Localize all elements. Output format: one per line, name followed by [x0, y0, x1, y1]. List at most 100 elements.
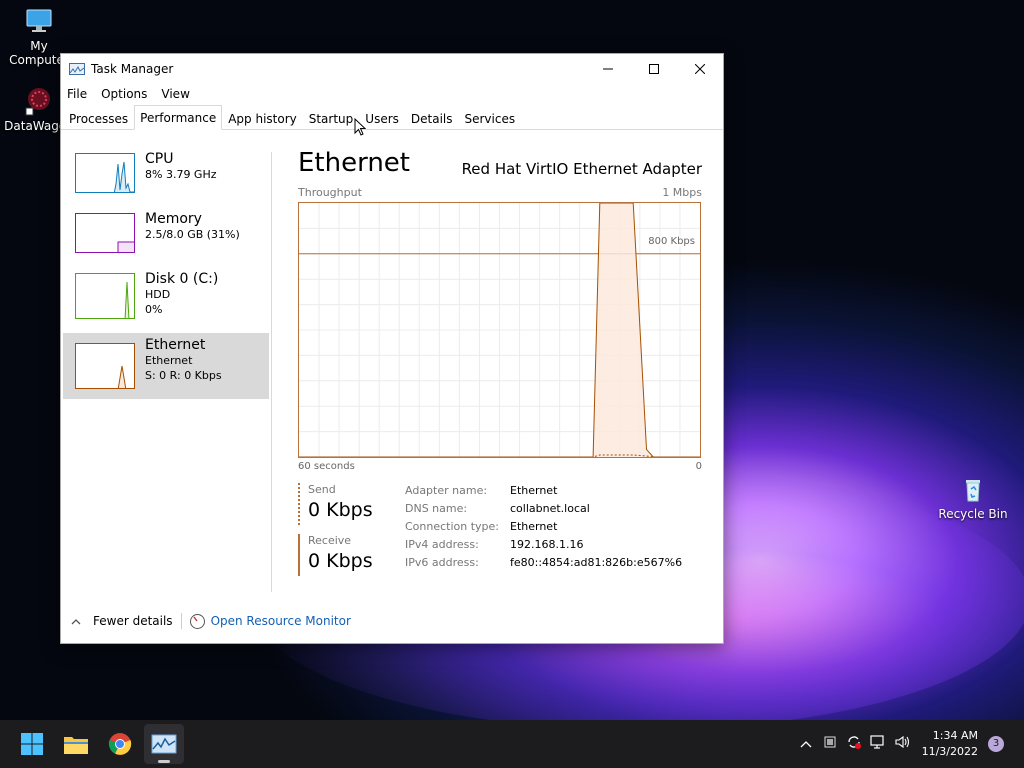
- sync-icon[interactable]: [842, 734, 866, 754]
- task-manager-window: Task Manager File Options View Processes…: [60, 53, 724, 644]
- datawagon-icon: [24, 86, 54, 116]
- throughput-graph: 800 Kbps: [298, 202, 701, 458]
- sidebar-item-disk[interactable]: Disk 0 (C:) HDD 0%: [63, 267, 269, 333]
- tab-app-history[interactable]: App history: [222, 107, 303, 129]
- detail-row: Connection type: Ethernet: [405, 520, 682, 538]
- window-footer: Fewer details Open Resource Monitor: [61, 609, 723, 633]
- send-stat: Send 0 Kbps: [298, 483, 398, 525]
- show-hidden-icons-chevron-icon[interactable]: [794, 737, 818, 752]
- menu-view[interactable]: View: [161, 87, 189, 101]
- receive-label: Receive: [308, 534, 352, 547]
- resource-monitor-icon: [189, 613, 205, 629]
- close-button[interactable]: [677, 54, 723, 84]
- taskbar-file-explorer[interactable]: [56, 724, 96, 764]
- notification-badge[interactable]: 3: [988, 736, 1004, 752]
- chrome-icon: [108, 733, 132, 755]
- detail-row: Adapter name: Ethernet: [405, 484, 682, 502]
- sidebar-item-title: Ethernet: [145, 337, 206, 353]
- ethernet-thumbnail-graph: [75, 343, 135, 389]
- footer-divider: [180, 613, 182, 629]
- sidebar-item-memory[interactable]: Memory 2.5/8.0 GB (31%): [63, 207, 269, 267]
- tab-bar: Processes Performance App history Startu…: [61, 104, 723, 130]
- detail-value: Ethernet: [510, 484, 558, 497]
- maximize-icon: [649, 64, 659, 74]
- detail-key: IPv6 address:: [405, 556, 479, 569]
- tab-processes[interactable]: Processes: [63, 107, 134, 129]
- maximize-button[interactable]: [631, 54, 677, 84]
- title-bar[interactable]: Task Manager: [61, 54, 723, 84]
- detail-key: Adapter name:: [405, 484, 488, 497]
- detail-key: DNS name:: [405, 502, 468, 515]
- detail-key: IPv4 address:: [405, 538, 479, 551]
- network-icon[interactable]: [866, 735, 890, 753]
- detail-row: IPv4 address: 192.168.1.16: [405, 538, 682, 556]
- desktop-icon-label: Recycle Bin: [938, 507, 1008, 521]
- sidebar-item-sub: 2.5/8.0 GB (31%): [145, 228, 240, 241]
- mouse-cursor-icon: [354, 118, 366, 136]
- menu-options[interactable]: Options: [101, 87, 147, 101]
- detail-value: 192.168.1.16: [510, 538, 584, 551]
- gridline-label: 800 Kbps: [647, 236, 696, 247]
- adapter-details: Adapter name: Ethernet DNS name: collabn…: [405, 484, 682, 574]
- task-manager-icon: [69, 63, 85, 75]
- clock-date: 11/3/2022: [921, 745, 978, 758]
- sidebar-item-sub2: 0%: [145, 303, 163, 316]
- throughput-chart-svg: [299, 203, 700, 457]
- performance-sidebar: CPU 8% 3.79 GHz Memory 2.5/8.0 GB (31%): [63, 147, 269, 399]
- menu-file[interactable]: File: [67, 87, 87, 101]
- disk-thumbnail-graph: [75, 273, 135, 319]
- tab-services[interactable]: Services: [459, 107, 522, 129]
- detail-row: IPv6 address: fe80::4854:ad81:826b:e567%…: [405, 556, 682, 574]
- start-button[interactable]: [12, 724, 52, 764]
- close-icon: [695, 64, 705, 74]
- folder-icon: [64, 737, 88, 754]
- recycle-bin-icon: [958, 474, 988, 504]
- detail-value: fe80::4854:ad81:826b:e567%6: [510, 556, 683, 569]
- adapter-name-header: Red Hat VirtIO Ethernet Adapter: [461, 160, 702, 178]
- taskbar-chrome[interactable]: [100, 724, 140, 764]
- monitor-icon: [24, 6, 54, 36]
- menu-bar: File Options View: [61, 84, 723, 104]
- tab-users[interactable]: Users: [359, 107, 405, 129]
- x-axis-right-label: 0: [695, 461, 702, 472]
- tray-app-icon[interactable]: [818, 736, 842, 752]
- open-resource-monitor-link[interactable]: Open Resource Monitor: [211, 614, 351, 628]
- fewer-details-button[interactable]: Fewer details: [93, 614, 173, 628]
- taskbar: 1:34 AM 11/3/2022 3: [0, 720, 1024, 768]
- send-label: Send: [308, 483, 336, 496]
- sidebar-item-sub2: S: 0 R: 0 Kbps: [145, 369, 222, 382]
- desktop-icon-recycle-bin[interactable]: Recycle Bin: [934, 474, 1012, 521]
- sidebar-item-title: CPU: [145, 151, 174, 167]
- x-axis-left-label: 60 seconds: [298, 461, 355, 472]
- detail-value: collabnet.local: [510, 502, 590, 515]
- minimize-button[interactable]: [585, 54, 631, 84]
- sidebar-item-sub: HDD: [145, 288, 171, 301]
- tab-startup[interactable]: Startup: [303, 107, 360, 129]
- sidebar-item-ethernet[interactable]: Ethernet Ethernet S: 0 R: 0 Kbps: [63, 333, 269, 399]
- chevron-up-icon[interactable]: [71, 614, 81, 628]
- send-value: 0 Kbps: [308, 499, 373, 521]
- receive-value: 0 Kbps: [308, 550, 373, 572]
- tab-performance[interactable]: Performance: [134, 105, 223, 130]
- tab-details[interactable]: Details: [405, 107, 459, 129]
- cpu-thumbnail-graph: [75, 153, 135, 193]
- volume-icon[interactable]: [890, 735, 914, 753]
- detail-value: Ethernet: [510, 520, 558, 533]
- memory-thumbnail-graph: [75, 213, 135, 253]
- sidebar-item-title: Disk 0 (C:): [145, 271, 219, 287]
- task-manager-icon: [151, 734, 177, 754]
- taskbar-task-manager[interactable]: [144, 724, 184, 764]
- window-title: Task Manager: [91, 62, 174, 76]
- receive-stat: Receive 0 Kbps: [298, 534, 398, 576]
- clock[interactable]: 1:34 AM 11/3/2022: [922, 728, 978, 760]
- sidebar-item-title: Memory: [145, 211, 202, 227]
- sidebar-item-cpu[interactable]: CPU 8% 3.79 GHz: [63, 147, 269, 207]
- throughput-label: Throughput: [298, 186, 362, 199]
- system-tray: 1:34 AM 11/3/2022 3: [794, 720, 1024, 768]
- performance-content: CPU 8% 3.79 GHz Memory 2.5/8.0 GB (31%): [61, 130, 723, 593]
- detail-key: Connection type:: [405, 520, 500, 533]
- sidebar-divider: [271, 152, 272, 592]
- windows-logo-icon: [21, 733, 43, 755]
- detail-row: DNS name: collabnet.local: [405, 502, 682, 520]
- panel-title: Ethernet: [298, 148, 410, 178]
